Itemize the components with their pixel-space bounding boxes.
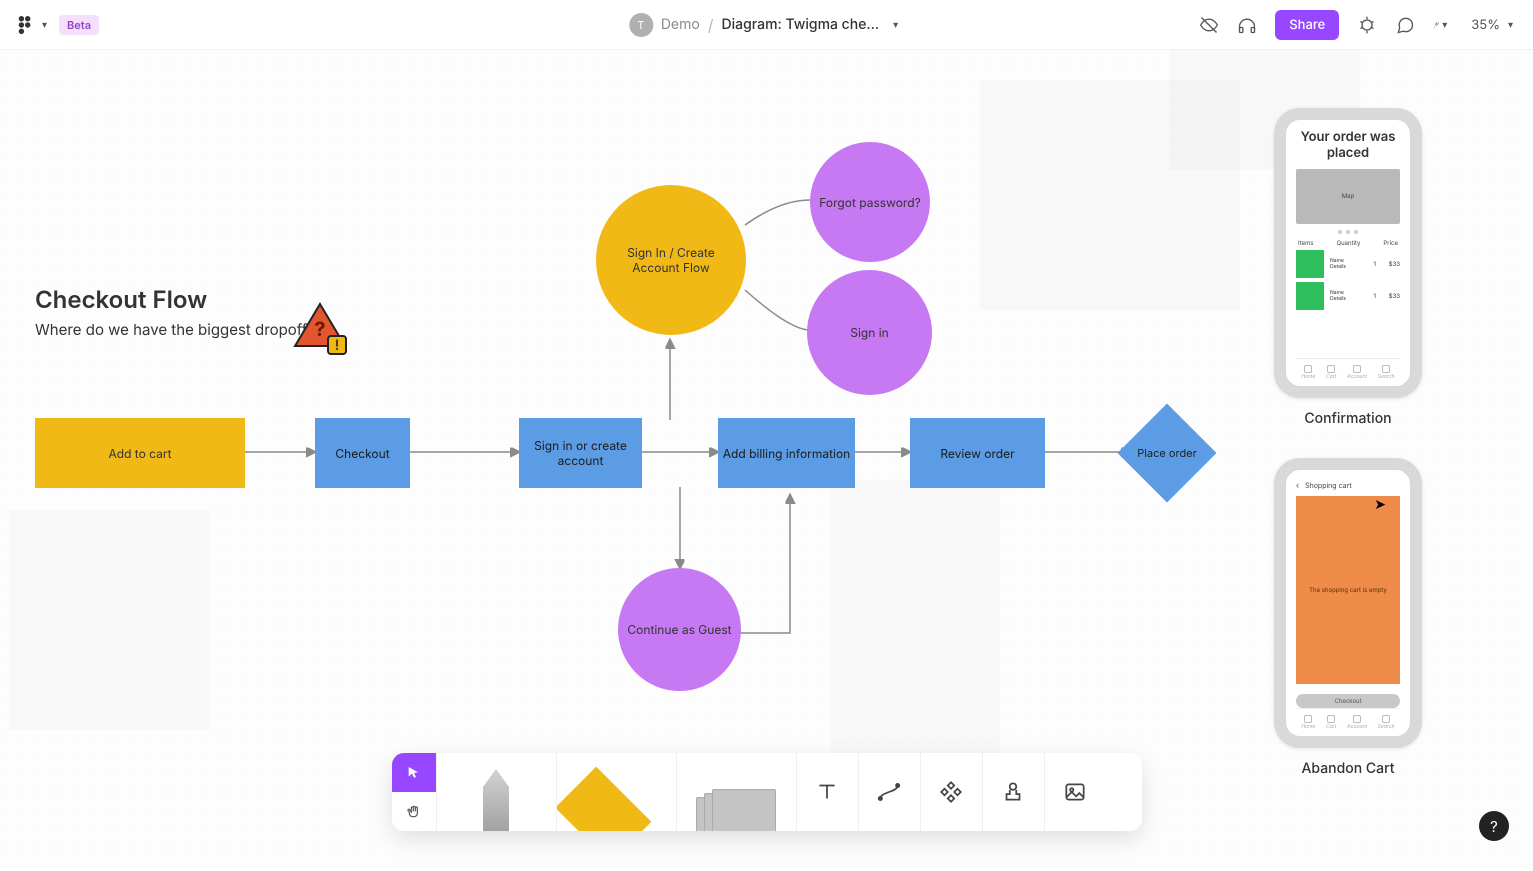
node-signin-or-create[interactable]: Sign in or create account xyxy=(519,418,642,488)
mockup-title: Your order was placed xyxy=(1296,130,1400,161)
crumb-project[interactable]: Demo xyxy=(661,16,700,33)
tool-shapes-button[interactable] xyxy=(676,753,796,831)
node-checkout[interactable]: Checkout xyxy=(315,418,410,488)
tool-text-button[interactable] xyxy=(796,753,858,831)
node-label: Sign in or create account xyxy=(519,438,642,468)
back-arrow-icon: ‹ xyxy=(1296,480,1299,490)
mockup-cart-area: The shopping cart is empty xyxy=(1296,496,1400,684)
breadcrumb: T Demo / Diagram: Twigma che... ▾ xyxy=(629,13,904,37)
mockup-tabs: Home Cart Account Search xyxy=(1296,358,1400,380)
node-place-order[interactable]: Place order xyxy=(1132,418,1202,488)
mockup-tabs: Home Cart Account Search xyxy=(1296,708,1400,730)
product-swatch-icon xyxy=(1296,282,1324,310)
mockup-abandon-cart[interactable]: ‹ Shopping cart ➤ The shopping cart is e… xyxy=(1274,458,1422,748)
tool-marker-button[interactable] xyxy=(436,753,556,831)
mockup-pager xyxy=(1296,230,1400,234)
node-label: Checkout xyxy=(335,446,389,461)
node-review-order[interactable]: Review order xyxy=(910,418,1045,488)
menu-chevron-icon[interactable]: ▾ xyxy=(42,19,47,31)
project-avatar[interactable]: T xyxy=(629,13,653,37)
node-label: Sign In / Create Account Flow xyxy=(604,245,738,275)
mockup-table-header: Items Quantity Price xyxy=(1296,240,1400,250)
headphones-icon[interactable] xyxy=(1237,15,1257,35)
eye-off-icon[interactable] xyxy=(1199,15,1219,35)
sparkle-icon[interactable]: ▾ xyxy=(1433,15,1453,35)
mockup-line-item: NameDetails 1 $33 xyxy=(1296,250,1400,278)
node-forgot-password[interactable]: Forgot password? xyxy=(810,142,930,262)
tool-select-button[interactable] xyxy=(392,753,436,792)
figma-menu-icon[interactable] xyxy=(14,14,36,36)
help-button[interactable]: ? xyxy=(1479,811,1509,841)
mockup-checkout-button: Checkout xyxy=(1296,694,1400,708)
node-add-to-cart[interactable]: Add to cart xyxy=(35,418,245,488)
bug-icon[interactable] xyxy=(1357,15,1377,35)
bottom-toolbar xyxy=(392,753,1142,831)
tool-connector-button[interactable] xyxy=(858,753,920,831)
zoom-level[interactable]: 35%▾ xyxy=(1471,17,1519,33)
mockup-header: ‹ Shopping cart xyxy=(1296,480,1400,490)
product-swatch-icon xyxy=(1296,250,1324,278)
node-signin-flow[interactable]: Sign In / Create Account Flow xyxy=(596,185,746,335)
node-label: Continue as Guest xyxy=(627,622,731,637)
tool-stamp-button[interactable] xyxy=(982,753,1044,831)
share-button[interactable]: Share xyxy=(1275,10,1339,40)
node-label: Review order xyxy=(940,446,1014,461)
mockup-caption-confirmation: Confirmation xyxy=(1274,410,1422,427)
mockup-line-item: NameDetails 1 $33 xyxy=(1296,282,1400,310)
zoom-value: 35% xyxy=(1471,17,1500,33)
tool-components-button[interactable] xyxy=(920,753,982,831)
tool-hand-button[interactable] xyxy=(392,792,436,831)
node-label: Sign in xyxy=(850,325,888,340)
beta-badge: Beta xyxy=(59,15,99,35)
tool-sticky-button[interactable] xyxy=(556,753,676,831)
mockup-confirmation[interactable]: Your order was placed Map Items Quantity… xyxy=(1274,108,1422,398)
node-billing[interactable]: Add billing information xyxy=(718,418,855,488)
canvas[interactable]: Checkout Flow Where do we have the bigge… xyxy=(0,50,1533,871)
mockup-map-placeholder: Map xyxy=(1296,169,1400,224)
crumb-separator: / xyxy=(708,15,714,35)
node-label: Place order xyxy=(1137,446,1197,460)
node-continue-guest[interactable]: Continue as Guest xyxy=(618,568,741,691)
file-chevron-icon[interactable]: ▾ xyxy=(893,19,898,31)
crumb-file[interactable]: Diagram: Twigma che... xyxy=(722,16,880,33)
cursor-icon: ➤ xyxy=(1374,496,1386,513)
tool-image-button[interactable] xyxy=(1044,753,1106,831)
node-signin[interactable]: Sign in xyxy=(807,270,932,395)
mockup-caption-abandon: Abandon Cart xyxy=(1274,760,1422,777)
node-label: Add to cart xyxy=(108,446,171,461)
node-label: Forgot password? xyxy=(819,195,920,210)
node-label: Add billing information xyxy=(723,446,851,461)
comment-icon[interactable] xyxy=(1395,15,1415,35)
